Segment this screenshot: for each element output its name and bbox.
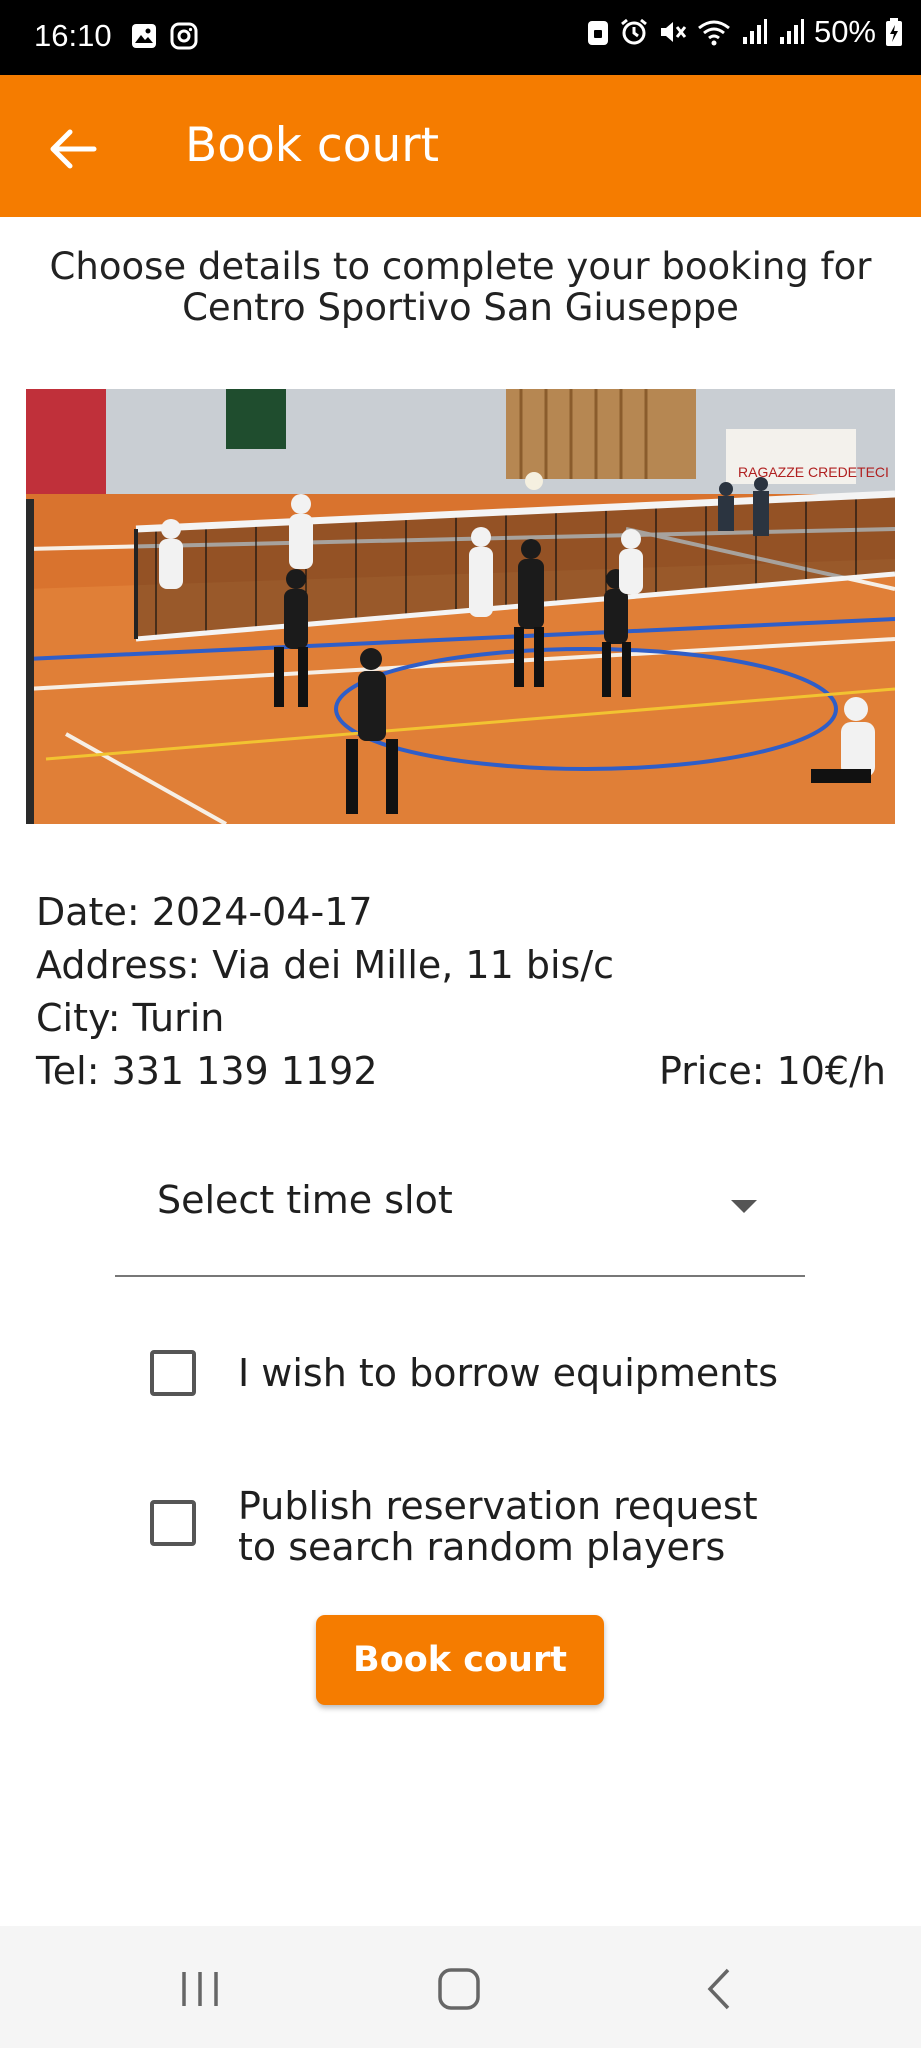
signal-icon [742, 19, 767, 44]
page-title: Book court [185, 118, 440, 173]
facility-name: Centro Sportivo San Giuseppe [182, 286, 739, 329]
alarm-icon [621, 18, 647, 45]
date-row: Date: 2024-04-17 [36, 886, 886, 939]
court-details: Date: 2024-04-17 Address: Via dei Mille,… [36, 886, 886, 1098]
publish-request-line-1: Publish reservation request [238, 1484, 758, 1528]
borrow-equipment-label: I wish to borrow equipments [238, 1351, 779, 1395]
battery-icon [886, 18, 902, 46]
book-court-button[interactable]: Book court [316, 1615, 604, 1705]
publish-request-checkbox[interactable] [150, 1500, 196, 1546]
app-bar: Book court [0, 75, 921, 217]
back-icon[interactable] [690, 1964, 750, 2014]
time-slot-select[interactable]: Select time slot [115, 1162, 805, 1277]
borrow-equipment-checkbox[interactable] [150, 1350, 196, 1396]
city-text: City: Turin [36, 996, 225, 1040]
home-icon[interactable] [430, 1964, 490, 2014]
battery-percent: 50% [813, 14, 876, 49]
borrow-equipment-option[interactable]: I wish to borrow equipments [150, 1350, 778, 1396]
gallery-icon [132, 24, 156, 48]
lock-icon [587, 21, 608, 45]
dropdown-arrow-icon [731, 1200, 757, 1213]
time-slot-label: Select time slot [157, 1178, 453, 1222]
price-text: Price: 10€/h [659, 1049, 886, 1093]
mute-icon [660, 22, 687, 42]
instagram-icon [170, 22, 198, 50]
arrow-left-icon[interactable] [38, 115, 106, 183]
system-nav-bar [0, 1926, 921, 2048]
status-time: 16:10 [34, 18, 112, 53]
publish-request-line-2: to search random players [238, 1525, 726, 1569]
recent-apps-icon[interactable] [170, 1964, 230, 2014]
tel-text: Tel: 331 139 1192 [36, 1049, 378, 1093]
status-bar: 16:10 50% [0, 0, 921, 75]
tel-price-row: Tel: 331 139 1192 Price: 10€/h [36, 1045, 886, 1098]
intro-line-1: Choose details to complete your booking … [49, 245, 872, 288]
volleyball-court-photo: RAGAZZE CREDETECI [26, 389, 895, 824]
publish-request-label: Publish reservation request to search ra… [238, 1486, 758, 1568]
date-text: Date: 2024-04-17 [36, 890, 373, 934]
status-icons: 50% [586, 14, 903, 50]
address-row: Address: Via dei Mille, 11 bis/c [36, 939, 886, 992]
address-text: Address: Via dei Mille, 11 bis/c [36, 943, 615, 987]
wifi-icon [698, 20, 730, 46]
city-row: City: Turin [36, 992, 886, 1045]
signal-icon [779, 19, 804, 44]
intro-text: Choose details to complete your booking … [0, 246, 921, 328]
publish-request-option[interactable]: Publish reservation request to search ra… [150, 1486, 758, 1568]
